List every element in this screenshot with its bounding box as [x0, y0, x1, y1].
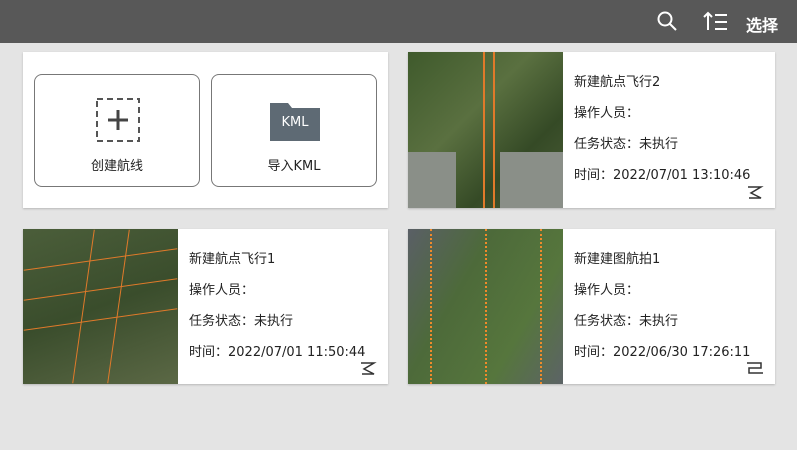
sort-icon[interactable] [703, 10, 729, 32]
create-route-button[interactable]: 创建航线 [34, 74, 200, 187]
map-thumbnail [23, 229, 178, 384]
mission-operator: 操作人员： [189, 283, 255, 298]
top-bar: 选择 [0, 0, 797, 43]
mission-operator: 操作人员： [574, 106, 640, 121]
mission-status: 任务状态：未执行 [189, 314, 294, 329]
mission-status: 任务状态：未执行 [574, 137, 679, 152]
mapping-route-icon [747, 362, 763, 374]
add-icon [96, 98, 140, 142]
mission-operator: 操作人员： [574, 283, 640, 298]
mission-status: 任务状态：未执行 [574, 314, 679, 329]
waypoint-route-icon [361, 362, 377, 375]
action-card: 创建航线 KML 导入KML [23, 52, 388, 208]
import-kml-label: 导入KML [267, 159, 321, 174]
import-kml-button[interactable]: KML 导入KML [211, 74, 377, 187]
kml-badge: KML [281, 115, 309, 130]
mission-card[interactable]: 新建建图航拍1 操作人员： 任务状态：未执行 时间：2022/06/30 17:… [408, 229, 775, 384]
map-thumbnail [408, 229, 563, 384]
select-button[interactable]: 选择 [746, 12, 778, 36]
mission-time: 时间：2022/07/01 13:10:46 [574, 168, 751, 183]
mission-card[interactable]: 新建航点飞行2 操作人员： 任务状态：未执行 时间：2022/07/01 13:… [408, 52, 775, 208]
mission-name: 新建航点飞行2 [574, 75, 661, 90]
waypoint-route-icon [748, 186, 764, 199]
mission-card[interactable]: 新建航点飞行1 操作人员： 任务状态：未执行 时间：2022/07/01 11:… [23, 229, 388, 384]
search-icon[interactable] [656, 10, 678, 32]
mission-time: 时间：2022/06/30 17:26:11 [574, 345, 751, 360]
map-thumbnail [408, 52, 563, 208]
mission-name: 新建航点飞行1 [189, 252, 276, 267]
mission-name: 新建建图航拍1 [574, 252, 661, 267]
mission-time: 时间：2022/07/01 11:50:44 [189, 345, 366, 360]
create-route-label: 创建航线 [90, 159, 143, 174]
